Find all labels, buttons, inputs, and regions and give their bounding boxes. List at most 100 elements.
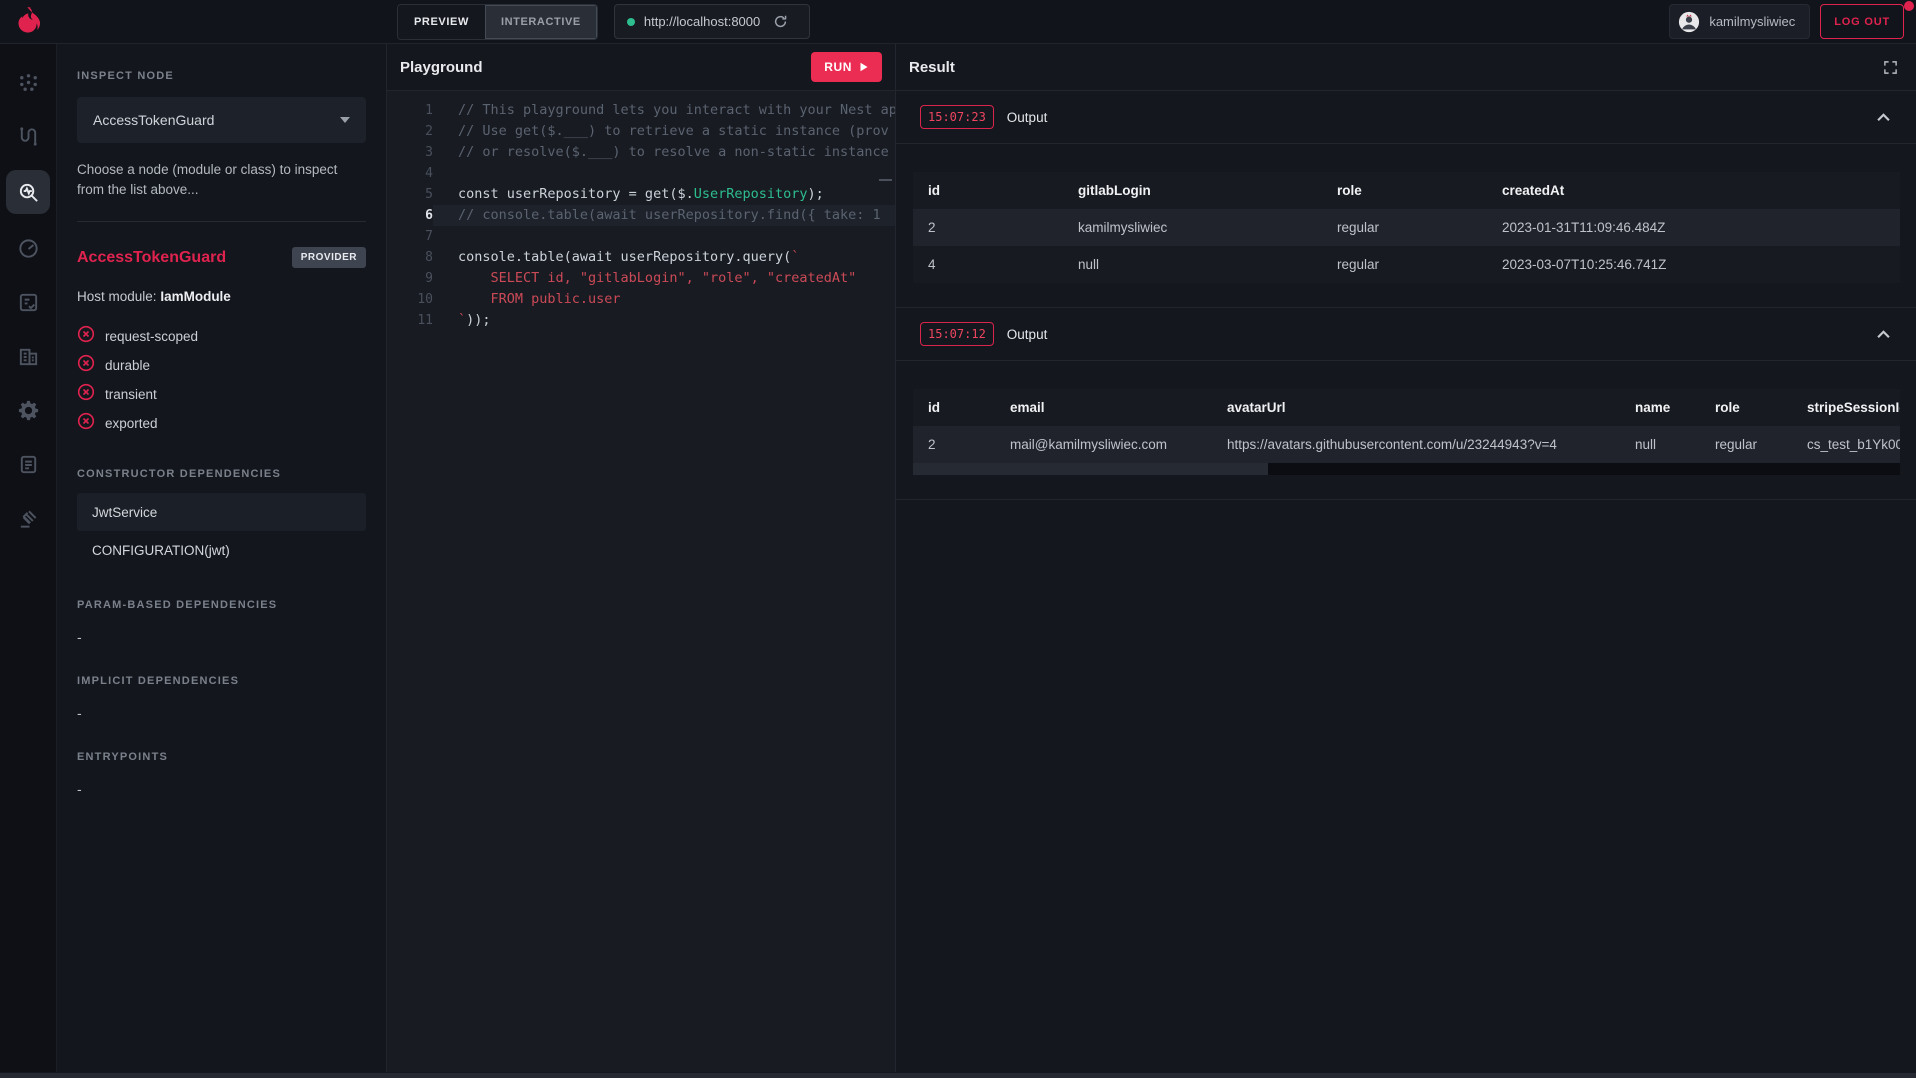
table-row[interactable]: 2kamilmysliwiecregular2023-01-31T11:09:4…	[913, 209, 1900, 246]
code-token: UserRepository	[694, 186, 808, 202]
table-cell: cs_test_b1Yk00	[1792, 426, 1900, 463]
code-line-6[interactable]: 6// console.table(await userRepository.f…	[387, 205, 895, 226]
table-cell: 2023-01-31T11:09:46.484Z	[1487, 209, 1900, 246]
section-constructor-dependencies: CONSTRUCTOR DEPENDENCIESJwtServiceCONFIG…	[77, 468, 366, 569]
output-header: 15:07:23Output	[896, 91, 1916, 144]
flag-durable: durable	[77, 351, 366, 380]
circle-x-icon	[77, 354, 95, 377]
flag-exported: exported	[77, 409, 366, 438]
code-line-8[interactable]: 8console.table(await userRepository.quer…	[387, 247, 895, 268]
section-title: PARAM-BASED DEPENDENCIES	[77, 599, 366, 611]
line-number: 7	[387, 226, 433, 247]
logout-button[interactable]: LOG OUT	[1820, 4, 1904, 39]
empty-placeholder: -	[77, 781, 366, 797]
run-button-label: RUN	[824, 60, 852, 74]
code-line-7[interactable]: 7	[387, 226, 895, 247]
line-content: // or resolve($.___) to resolve a non-st…	[433, 142, 895, 163]
code-line-11[interactable]: 11`));	[387, 310, 895, 331]
chevron-up-icon[interactable]	[1877, 330, 1890, 339]
code-token: `	[458, 312, 466, 328]
checklist-icon[interactable]	[8, 282, 48, 322]
table-row[interactable]: 2mail@kamilmysliwiec.comhttps://avatars.…	[913, 426, 1900, 463]
flag-label: durable	[105, 358, 150, 373]
code-token: console.table(await userRepository.query…	[458, 249, 791, 265]
gavel-icon[interactable]	[8, 498, 48, 538]
host-module-label: Host module:	[77, 289, 157, 304]
circle-x-icon	[77, 412, 95, 435]
line-content: FROM public.user	[433, 289, 895, 310]
horizontal-scrollbar[interactable]	[0, 1073, 1916, 1078]
node-select[interactable]: AccessTokenGuard	[77, 97, 366, 143]
graph-icon[interactable]	[8, 62, 48, 102]
result-table: idgitlabLoginrolecreatedAt2kamilmysliwie…	[913, 172, 1900, 283]
table-cell: https://avatars.githubusercontent.com/u/…	[1212, 426, 1620, 463]
run-button[interactable]: RUN	[811, 52, 882, 82]
dependency-item[interactable]: CONFIGURATION(jwt)	[77, 531, 366, 569]
code-line-3[interactable]: 3// or resolve($.___) to resolve a non-s…	[387, 142, 895, 163]
table-hscrollbar[interactable]	[913, 463, 1900, 475]
reload-icon[interactable]	[773, 14, 788, 29]
code-line-4[interactable]: 4	[387, 163, 895, 184]
url-bar[interactable]: http://localhost:8000	[614, 4, 810, 39]
table-row[interactable]: 4nullregular2023-03-07T10:25:46.741Z	[913, 246, 1900, 283]
user-chip[interactable]: kamilmysliwiec	[1669, 4, 1810, 39]
column-header: id	[913, 172, 1063, 209]
code-token: const userRepository = get($.	[458, 186, 694, 202]
column-header: role	[1322, 172, 1487, 209]
code-editor[interactable]: 1// This playground lets you interact wi…	[387, 91, 895, 1072]
line-content: `));	[433, 310, 895, 331]
line-number: 6	[387, 205, 433, 226]
circle-x-icon	[77, 383, 95, 406]
timestamp-chip: 15:07:23	[920, 105, 994, 129]
play-icon	[859, 62, 869, 72]
chevron-down-icon	[340, 117, 350, 123]
notification-dot	[1904, 1, 1914, 11]
logs-icon[interactable]	[8, 444, 48, 484]
line-content: // Use get($.___) to retrieve a static i…	[433, 121, 895, 142]
settings-gear-icon[interactable]	[8, 390, 48, 430]
code-line-2[interactable]: 2// Use get($.___) to retrieve a static …	[387, 121, 895, 142]
code-line-10[interactable]: 10 FROM public.user	[387, 289, 895, 310]
line-number: 5	[387, 184, 433, 205]
code-token: // Use get($.___) to retrieve a static i…	[458, 123, 889, 139]
line-number: 1	[387, 100, 433, 121]
section-title: ENTRYPOINTS	[77, 751, 366, 763]
table-header-row: idemailavatarUrlnamerolestripeSessionId	[913, 389, 1900, 426]
line-content: const userRepository = get($.UserReposit…	[433, 184, 895, 205]
column-header: id	[913, 389, 995, 426]
flag-transient: transient	[77, 380, 366, 409]
table-cell: 4	[913, 246, 1063, 283]
output-block-2: 15:07:12OutputidemailavatarUrlnamerolest…	[896, 308, 1916, 500]
table-cell: 2023-03-07T10:25:46.741Z	[1487, 246, 1900, 283]
chevron-up-icon[interactable]	[1877, 113, 1890, 122]
table-cell: 2	[913, 426, 995, 463]
modules-icon[interactable]	[8, 336, 48, 376]
nestjs-logo[interactable]	[0, 4, 57, 40]
tab-interactive[interactable]: INTERACTIVE	[485, 5, 597, 39]
code-line-5[interactable]: 5const userRepository = get($.UserReposi…	[387, 184, 895, 205]
routes-icon[interactable]	[8, 116, 48, 156]
nestjs-logo-icon	[11, 4, 47, 40]
inspect-hint: Choose a node (module or class) to inspe…	[77, 160, 366, 199]
icon-rail	[0, 44, 57, 1072]
line-content	[433, 163, 895, 184]
circle-x-icon	[77, 325, 95, 348]
code-line-1[interactable]: 1// This playground lets you interact wi…	[387, 100, 895, 121]
url-text[interactable]: http://localhost:8000	[644, 14, 760, 29]
output-body: idemailavatarUrlnamerolestripeSessionId2…	[896, 361, 1916, 499]
dependency-item[interactable]: JwtService	[77, 493, 366, 531]
inspect-icon[interactable]	[6, 170, 50, 214]
flag-label: request-scoped	[105, 329, 198, 344]
code-line-9[interactable]: 9 SELECT id, "gitlabLogin", "role", "cre…	[387, 268, 895, 289]
editor-scrollbar[interactable]	[879, 179, 892, 181]
result-table-wrap: idemailavatarUrlnamerolestripeSessionId2…	[913, 389, 1900, 475]
tab-preview[interactable]: PREVIEW	[398, 5, 485, 39]
connection-status-dot	[627, 18, 635, 26]
gauge-icon[interactable]	[8, 228, 48, 268]
section-param-based-dependencies: PARAM-BASED DEPENDENCIES-	[77, 599, 366, 645]
avatar	[1678, 11, 1700, 33]
expand-icon[interactable]	[1883, 60, 1898, 75]
table-hscrollbar-thumb[interactable]	[913, 463, 1268, 475]
provider-badge: PROVIDER	[292, 247, 366, 268]
result-table-wrap: idgitlabLoginrolecreatedAt2kamilmysliwie…	[913, 172, 1900, 283]
